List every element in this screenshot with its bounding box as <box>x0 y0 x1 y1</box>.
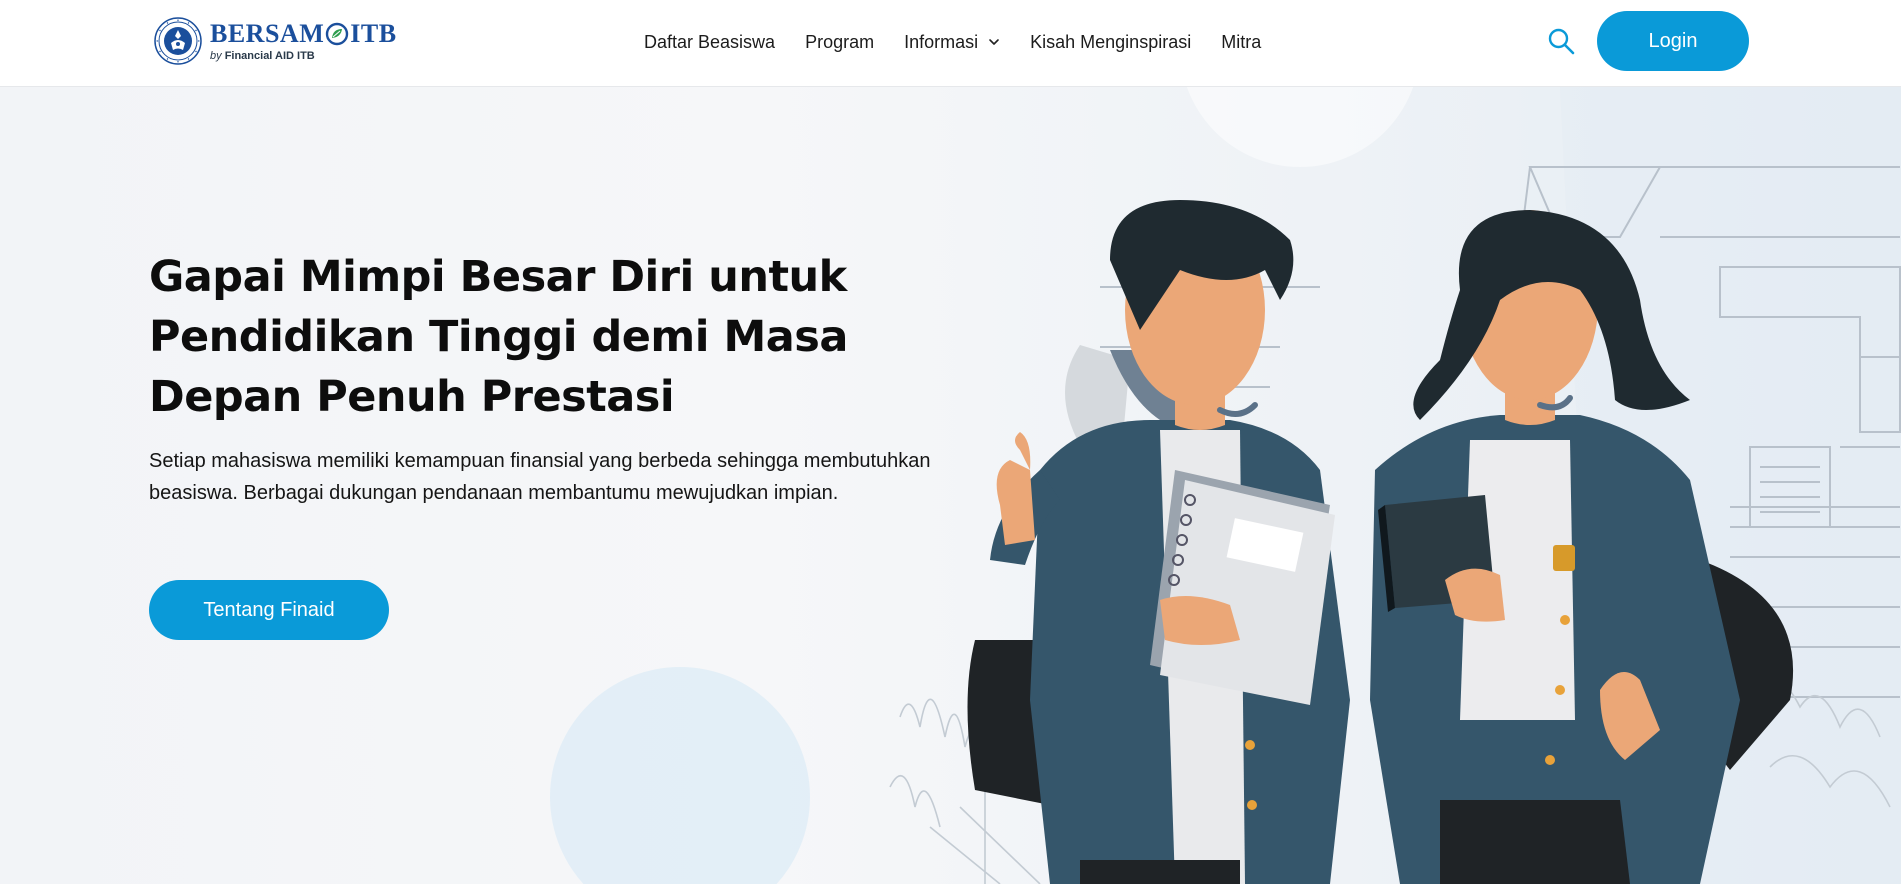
main-nav: Daftar Beasiswa Program Informasi Kisah … <box>644 30 1291 54</box>
nav-item-mitra[interactable]: Mitra <box>1221 32 1261 53</box>
brand-logo[interactable]: BERSAM ITB by Financial AID ITB <box>154 16 397 66</box>
site-header: BERSAM ITB by Financial AID ITB Daftar B… <box>0 0 1901 87</box>
hero-description: Setiap mahasiswa memiliki kemampuan fina… <box>149 450 931 504</box>
hero-section: Gapai Mimpi Besar Diri untuk Pendidikan … <box>0 87 1901 884</box>
nav-item-program[interactable]: Program <box>805 32 874 53</box>
search-icon[interactable] <box>1546 26 1576 56</box>
chevron-down-icon <box>989 39 999 45</box>
brand-wordmark: BERSAM ITB <box>210 18 397 48</box>
hero-title: Gapai Mimpi Besar Diri untuk Pendidikan … <box>149 252 848 422</box>
nav-item-daftar-beasiswa[interactable]: Daftar Beasiswa <box>644 32 775 53</box>
brand-tagline: by Financial AID ITB <box>210 50 397 62</box>
nav-item-informasi[interactable]: Informasi <box>904 32 1000 53</box>
itb-seal-icon <box>154 17 202 65</box>
brand-name-left: BERSAM <box>210 18 325 48</box>
about-finaid-button[interactable]: Tentang Finaid <box>149 580 389 640</box>
brand-tagline-text: Financial AID ITB <box>224 49 315 62</box>
students-illustration <box>967 200 1794 884</box>
login-button[interactable]: Login <box>1597 11 1749 71</box>
nav-item-informasi-label: Informasi <box>904 31 979 52</box>
leaf-at-icon <box>326 22 349 45</box>
brand-name-right: ITB <box>350 18 397 48</box>
nav-item-kisah-menginspirasi[interactable]: Kisah Menginspirasi <box>1030 32 1191 53</box>
brand-text: BERSAM ITB by Financial AID ITB <box>210 18 397 62</box>
brand-tagline-prefix: by <box>210 49 222 62</box>
